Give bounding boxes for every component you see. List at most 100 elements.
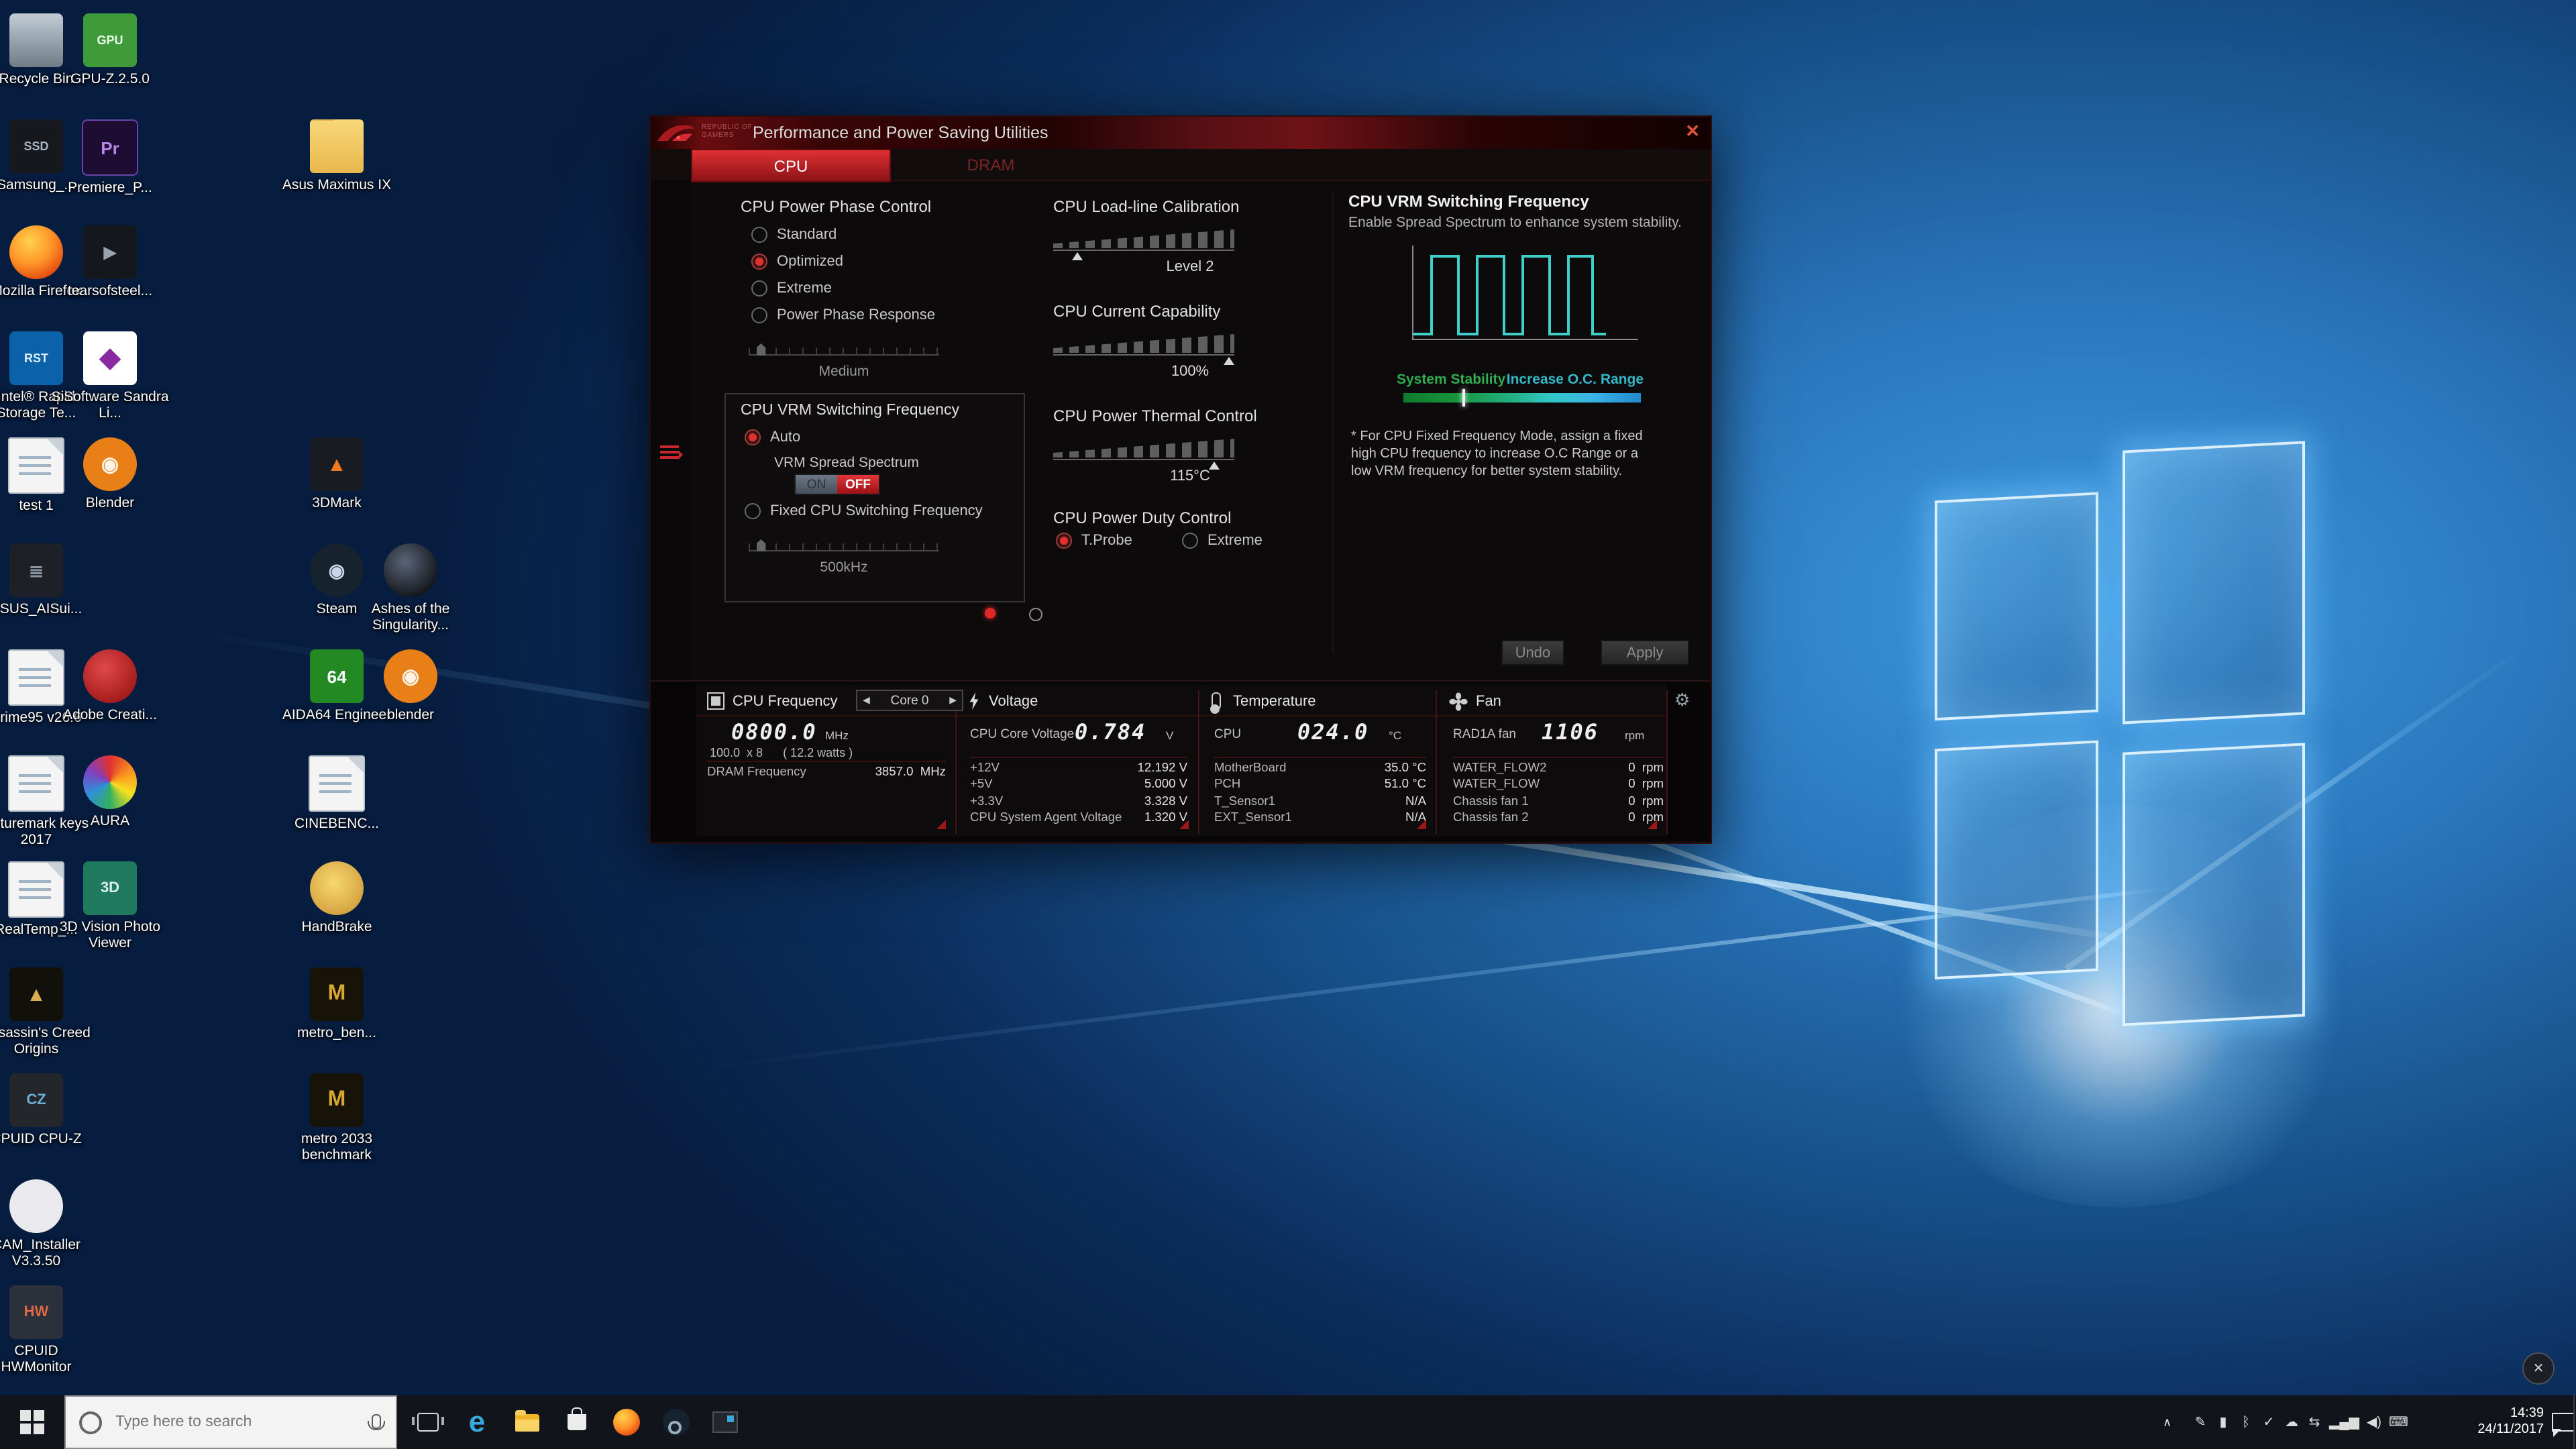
close-icon[interactable]: ✕ — [1685, 121, 1700, 142]
desktop-icon-cam-installer[interactable]: CAM_Installer V3.3.50 — [0, 1179, 95, 1271]
show-desktop-button[interactable] — [2573, 1395, 2575, 1449]
vrm-frequency-value: 500kHz — [820, 559, 868, 576]
taskbar-app-icons: e — [402, 1395, 750, 1449]
desktop-icon-asus-maximus-ix[interactable]: Asus Maximus IX — [278, 119, 396, 194]
defender-shield-icon[interactable]: ✓ — [2261, 1415, 2277, 1430]
menu-icon[interactable] — [660, 445, 683, 464]
thermal-slider[interactable] — [1053, 439, 1234, 470]
desktop-icon-label: Ashes of the Singularity... — [371, 601, 450, 634]
taskbar-edge-icon[interactable]: e — [452, 1395, 502, 1449]
taskbar-steam-icon[interactable] — [651, 1395, 700, 1449]
touch-keyboard-icon[interactable]: ⌨ — [2389, 1415, 2408, 1430]
overlay-close-button[interactable]: ✕ — [2522, 1352, 2555, 1385]
desktop-icon-label: Premiere_P... — [68, 180, 152, 196]
power-phase-option-extreme[interactable]: Extreme — [751, 280, 832, 297]
core-selector[interactable]: ◀ Core 0 ▶ — [856, 690, 963, 711]
desktop-icon-cpuid-cpu-z[interactable]: CZ CPUID CPU-Z — [0, 1073, 95, 1148]
microphone-icon[interactable] — [368, 1414, 385, 1430]
desktop-icon-asus-aisuite[interactable]: ≣ ASUS_AISui... — [0, 543, 95, 618]
taskbar-cpu-z-icon[interactable] — [700, 1395, 750, 1449]
hardware-monitor-panel: CPU Frequency ◀ Core 0 ▶ 0800.0 MHz 100.… — [651, 680, 1711, 841]
expand-icon[interactable] — [1417, 820, 1426, 829]
desktop-icon-ashes-of-the-singularity[interactable]: Ashes of the Singularity... — [352, 543, 470, 635]
vrm-fixed-radio[interactable]: Fixed CPU Switching Frequency — [745, 503, 983, 519]
undo-button[interactable]: Undo — [1501, 640, 1564, 665]
taskbar-clock[interactable]: 14:39 24/11/2017 — [2453, 1395, 2544, 1449]
3d-vision-photo-viewer-icon: 3D — [83, 861, 137, 915]
page-dot-active[interactable] — [985, 608, 996, 619]
action-center-icon[interactable] — [2552, 1413, 2575, 1437]
taskbar-search[interactable] — [64, 1395, 397, 1449]
thermal-title: CPU Power Thermal Control — [1053, 407, 1257, 425]
page-dot-inactive[interactable] — [1029, 608, 1042, 621]
duty-option-t-probe[interactable]: T.Probe — [1056, 533, 1132, 549]
search-input[interactable] — [113, 1413, 346, 1432]
desktop-icon-adobe-creative[interactable]: Adobe Creati... — [51, 649, 169, 724]
window-titlebar[interactable]: REPUBLIC OF GAMERS Performance and Power… — [651, 117, 1711, 150]
battery-icon[interactable]: ▮ — [2215, 1415, 2231, 1430]
tab-cpu[interactable]: CPU — [691, 149, 891, 182]
square-wave-graphic — [1412, 246, 1638, 340]
duty-option-extreme[interactable]: Extreme — [1182, 533, 1263, 549]
core-next-icon[interactable]: ▶ — [949, 695, 957, 706]
tab-dram[interactable]: DRAM — [888, 149, 1093, 180]
gear-icon[interactable]: ⚙ — [1674, 690, 1690, 711]
vrm-auto-radio[interactable]: Auto — [745, 429, 800, 445]
power-phase-option-optimized[interactable]: Optimized — [751, 254, 843, 270]
desktop-icon-sisoftware-sandra[interactable]: ◆ SiSoftware Sandra Li... — [51, 331, 169, 423]
desktop-icon-aura[interactable]: AURA — [51, 755, 169, 830]
desktop-icon-gpu-z[interactable]: GPU GPU-Z.2.5.0 — [51, 13, 169, 88]
monitor-row: EXT_Sensor1 N/A — [1214, 810, 1426, 824]
desktop-icon-3d-vision-photo-viewer[interactable]: 3D 3D Vision Photo Viewer — [51, 861, 169, 953]
vrm-frequency-slider[interactable] — [749, 538, 939, 551]
taskbar-store-icon[interactable] — [551, 1395, 601, 1449]
option-label: Extreme — [1208, 533, 1263, 549]
slider-thumb[interactable] — [1462, 389, 1466, 407]
volume-icon[interactable]: ◀) — [2366, 1415, 2382, 1430]
desktop-icon-label: 3DMark — [312, 495, 362, 511]
llc-slider[interactable] — [1053, 229, 1234, 260]
onedrive-cloud-icon[interactable]: ☁ — [2284, 1415, 2300, 1430]
desktop-icon-blender-shortcut[interactable]: ◉ Blender — [51, 437, 169, 512]
cpuid-cpu-z-icon: CZ — [9, 1073, 63, 1127]
hidden-icons-chevron[interactable]: ∧ — [2163, 1395, 2171, 1449]
expand-icon[interactable] — [936, 820, 946, 829]
fan-big-unit: rpm — [1625, 729, 1645, 742]
usb-icon[interactable]: ⇆ — [2306, 1415, 2322, 1430]
desktop-icon-metro-2033-benchmark[interactable]: Mmetro 2033 benchmark — [278, 1073, 396, 1165]
desktop-icon-cpuid-hwmonitor[interactable]: HW CPUID HWMonitor — [0, 1285, 95, 1377]
current-capability-slider[interactable] — [1053, 334, 1234, 365]
duty-title: CPU Power Duty Control — [1053, 508, 1232, 527]
start-button[interactable] — [0, 1395, 64, 1449]
expand-icon[interactable] — [1648, 820, 1657, 829]
llc-title: CPU Load-line Calibration — [1053, 197, 1240, 216]
toggle-off[interactable]: OFF — [837, 475, 879, 494]
bluetooth-icon[interactable]: ᛒ — [2238, 1415, 2254, 1430]
power-phase-slider[interactable] — [749, 342, 939, 356]
desktop-icon-3dmark[interactable]: ▲ 3DMark — [278, 437, 396, 512]
stability-oc-slider[interactable] — [1403, 389, 1641, 407]
toggle-on[interactable]: ON — [796, 475, 837, 494]
desktop-icon-tearsofsteel[interactable]: ▶ tearsofsteel... — [51, 225, 169, 300]
taskbar-task-view-icon[interactable] — [402, 1395, 452, 1449]
core-prev-icon[interactable]: ◀ — [863, 695, 870, 706]
desktop-icon-metro-benchmark[interactable]: Mmetro_ben... — [278, 967, 396, 1042]
desktop-icon-blender-app[interactable]: ◉ blender — [352, 649, 470, 724]
taskbar-file-explorer-icon[interactable] — [502, 1395, 551, 1449]
cpu-frequency-rows: DRAM Frequency 3857.0 MHz — [707, 765, 946, 782]
spread-spectrum-toggle[interactable]: ON OFF — [794, 474, 880, 495]
pen-icon[interactable]: ✎ — [2192, 1415, 2208, 1430]
apply-button[interactable]: Apply — [1601, 640, 1689, 665]
desktop-icon-premiere[interactable]: Pr Premiere_P... — [51, 119, 169, 197]
cpu-frequency-title: CPU Frequency — [733, 693, 838, 709]
radio-icon — [745, 429, 761, 445]
power-phase-option-standard[interactable]: Standard — [751, 227, 837, 243]
desktop-icon-label: CAM_Installer V3.3.50 — [0, 1237, 80, 1270]
power-phase-option-power-phase-response[interactable]: Power Phase Response — [751, 307, 935, 323]
expand-icon[interactable] — [1179, 820, 1189, 829]
desktop-icon-handbrake[interactable]: HandBrake — [278, 861, 396, 936]
network-icon[interactable]: ▂▄▆ — [2329, 1415, 2359, 1430]
desktop-icon-cinebench[interactable]: CINEBENC... — [278, 755, 396, 833]
taskbar-firefox-icon[interactable] — [601, 1395, 651, 1449]
desktop-icon-assassins-creed-origins[interactable]: ▲ Assassin's Creed Origins — [0, 967, 95, 1059]
